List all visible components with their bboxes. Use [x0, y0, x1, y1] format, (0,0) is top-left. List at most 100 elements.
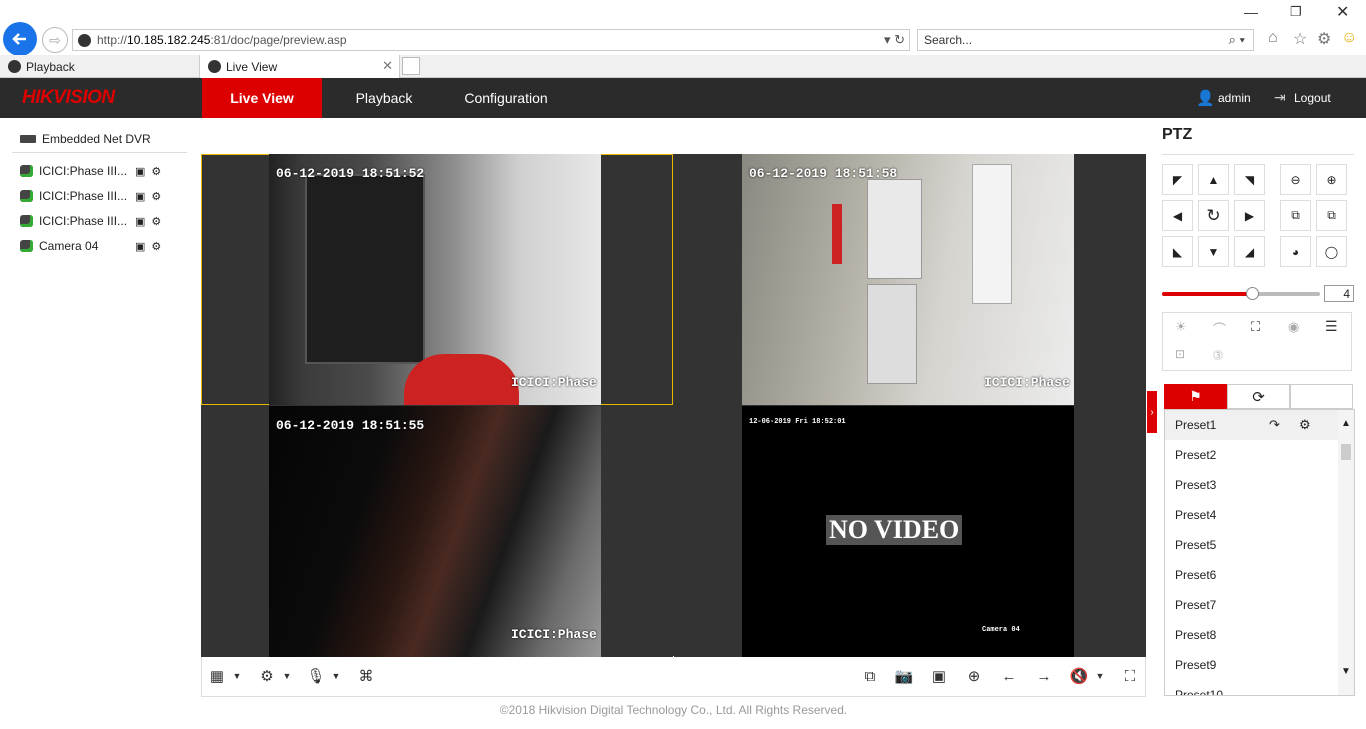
gear-icon[interactable]: ⚙	[1299, 410, 1311, 440]
restore-icon[interactable]: ❐	[1290, 4, 1302, 20]
back-button[interactable]	[3, 22, 37, 56]
patrol-tab[interactable]: ⟳	[1227, 384, 1290, 409]
ptz-up-button[interactable]: ▲	[1198, 164, 1229, 195]
ptz-settings-icon[interactable]: ⚙	[151, 190, 161, 203]
ptz-right-button[interactable]: ▶	[1234, 200, 1265, 231]
pattern-tab[interactable]	[1290, 384, 1353, 409]
settings-icon[interactable]: ⚙	[1317, 29, 1331, 49]
new-tab-button[interactable]	[402, 57, 420, 75]
record-icon[interactable]: ▣	[135, 215, 145, 228]
ptz-left-up-button[interactable]: ◤	[1162, 164, 1193, 195]
camera-item[interactable]: ICICI:Phase III... ▣ ⚙	[20, 161, 161, 181]
ptz-left-down-button[interactable]: ◣	[1162, 236, 1193, 267]
ptz-auto-button[interactable]: ↻	[1198, 200, 1229, 231]
record-icon[interactable]: ▣	[135, 240, 145, 253]
3d-zoom-icon[interactable]: ⓷	[1213, 347, 1223, 362]
iris-close-icon[interactable]: ◕	[1280, 236, 1311, 267]
close-icon[interactable]: ✕	[1336, 2, 1349, 22]
previous-page-icon[interactable]: ←	[998, 665, 1020, 687]
video-window[interactable]: 06-12-2019 18:51:52 ICICI:Phase	[201, 154, 673, 405]
stop-all-icon[interactable]: ⧉	[859, 665, 881, 687]
fullscreen-icon[interactable]: ⛶	[1119, 665, 1141, 687]
focus-near-icon[interactable]: ⧉	[1280, 200, 1311, 231]
ptz-right-up-button[interactable]: ◥	[1234, 164, 1265, 195]
camera-item[interactable]: ICICI:Phase III... ▣ ⚙	[20, 211, 161, 231]
tab-live-view[interactable]: Live View ✕	[200, 55, 400, 78]
favorites-icon[interactable]: ☆	[1293, 29, 1307, 49]
zoom-in-icon[interactable]: ⊕	[1316, 164, 1347, 195]
preset-tab[interactable]: ⚑	[1164, 384, 1227, 409]
record-icon[interactable]: ▣	[135, 190, 145, 203]
iris-open-icon[interactable]: ◯	[1316, 236, 1347, 267]
chevron-down-icon[interactable]: ▼	[276, 665, 298, 687]
forward-button[interactable]: ⇨	[42, 27, 68, 53]
zoom-icon[interactable]: ⊕	[963, 665, 985, 687]
list-item[interactable]: Preset6	[1165, 560, 1354, 590]
stream-type-icon[interactable]: ⚙	[256, 665, 278, 687]
ptz-settings-icon[interactable]: ⚙	[151, 240, 161, 253]
logout-icon[interactable]: ⇥	[1274, 89, 1286, 106]
list-item[interactable]: Preset10	[1165, 680, 1354, 695]
ptz-settings-icon[interactable]: ⚙	[151, 165, 161, 178]
wiper-icon[interactable]: ⌒	[1213, 319, 1226, 338]
zoom-out-icon[interactable]: ⊖	[1280, 164, 1311, 195]
lens-init-icon[interactable]: ◉	[1288, 319, 1299, 335]
minimize-icon[interactable]: —	[1244, 4, 1258, 20]
list-item[interactable]: Preset3	[1165, 470, 1354, 500]
ptz-right-down-button[interactable]: ◢	[1234, 236, 1265, 267]
microphone-icon[interactable]: 🎙	[305, 665, 327, 687]
auxiliary-focus-icon[interactable]: ⛶	[1251, 319, 1260, 335]
chevron-down-icon[interactable]: ▼	[226, 665, 248, 687]
logout-link[interactable]: Logout	[1294, 91, 1331, 105]
list-item[interactable]: Preset9	[1165, 650, 1354, 680]
chevron-down-icon[interactable]: ▼	[325, 665, 347, 687]
list-item[interactable]: Preset5	[1165, 530, 1354, 560]
ptz-down-button[interactable]: ▼	[1198, 236, 1229, 267]
search-icon[interactable]: ⌕ ▾	[1229, 32, 1245, 48]
nav-configuration[interactable]: Configuration	[452, 78, 560, 118]
speed-slider[interactable]	[1162, 287, 1320, 300]
next-page-icon[interactable]: →	[1033, 665, 1055, 687]
address-bar[interactable]: http://10.185.182.245:81/doc/page/previe…	[72, 29, 910, 51]
device-node[interactable]: Embedded Net DVR	[20, 132, 151, 146]
chevron-up-icon[interactable]: ▲	[1341, 418, 1351, 429]
chevron-down-icon[interactable]: ▼	[1089, 665, 1111, 687]
camera-item[interactable]: Camera 04 ▣ ⚙	[20, 236, 161, 256]
nav-playback[interactable]: Playback	[336, 78, 432, 118]
scrollbar[interactable]: ▲ ▼	[1338, 410, 1354, 695]
list-item[interactable]: Preset7	[1165, 590, 1354, 620]
ptz-panel: PTZ ◤ ▲ ◥ ◀ ↻ ▶ ◣ ▼ ◢ ⊖ ⊕ ⧉ ⧉ ◕ ◯ 4 ☀ ⌒ …	[1150, 118, 1366, 708]
list-item[interactable]: Preset8	[1165, 620, 1354, 650]
search-input[interactable]: Search... ⌕ ▾	[917, 29, 1254, 51]
list-item[interactable]: Preset4	[1165, 500, 1354, 530]
list-item[interactable]: Preset1 ↷ ⚙	[1165, 410, 1354, 440]
ptz-left-button[interactable]: ◀	[1162, 200, 1193, 231]
speed-value: 4	[1324, 285, 1354, 302]
manual-tracking-icon[interactable]: ⊡	[1175, 347, 1185, 361]
nav-live-view[interactable]: Live View	[202, 78, 322, 118]
list-item[interactable]: Preset2	[1165, 440, 1354, 470]
ptz-settings-icon[interactable]: ⚙	[151, 215, 161, 228]
focus-far-icon[interactable]: ⧉	[1316, 200, 1347, 231]
video-window[interactable]: 06-12-2019 18:51:55 ICICI:Phase	[201, 406, 673, 657]
record-all-icon[interactable]: ▣	[928, 665, 950, 687]
video-window[interactable]: NO VIDEO 12-06-2019 Fri 18:52:01 Camera …	[674, 406, 1146, 657]
mute-icon[interactable]: 🔇	[1068, 665, 1090, 687]
fisheye-icon[interactable]: ⌘	[355, 665, 377, 687]
capture-icon[interactable]: 📷	[893, 665, 915, 687]
tab-playback[interactable]: Playback	[0, 55, 200, 78]
tab-close-icon[interactable]: ✕	[382, 58, 393, 74]
scrollbar-thumb[interactable]	[1341, 444, 1351, 460]
call-preset-icon[interactable]: ↷	[1269, 410, 1280, 440]
layout-grid-icon[interactable]: ▦	[206, 665, 228, 687]
smiley-icon[interactable]: ☺	[1341, 29, 1357, 47]
video-window[interactable]: 06-12-2019 18:51:58 ICICI:Phase	[674, 154, 1146, 405]
speed-slider-thumb[interactable]	[1246, 287, 1260, 300]
camera-item[interactable]: ICICI:Phase III... ▣ ⚙	[20, 186, 161, 206]
light-icon[interactable]: ☀	[1175, 319, 1187, 335]
home-icon[interactable]: ⌂	[1268, 29, 1278, 47]
chevron-down-icon[interactable]: ▼	[1341, 666, 1351, 677]
refresh-icon[interactable]: ▾ ↻	[884, 32, 905, 48]
menu-icon[interactable]: ☰	[1325, 318, 1338, 335]
record-icon[interactable]: ▣	[135, 165, 145, 178]
